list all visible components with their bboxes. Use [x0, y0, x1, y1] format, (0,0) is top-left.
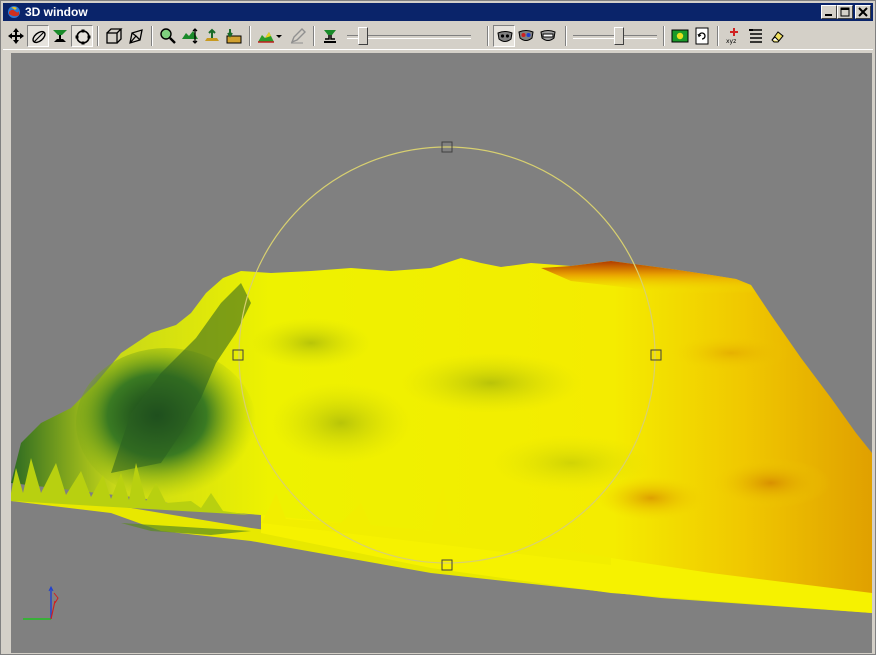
eraser-icon: [771, 31, 784, 43]
mask-icon: [497, 31, 513, 42]
minimize-icon: [825, 14, 832, 16]
anaglyph-view-button[interactable]: [515, 25, 537, 47]
close-icon: [858, 7, 868, 17]
layers-list-icon: [749, 29, 762, 43]
close-button[interactable]: [855, 5, 871, 19]
refresh-page-icon: [695, 27, 709, 45]
tilt-button[interactable]: [49, 25, 71, 47]
vertical-scale-icon: [182, 28, 198, 44]
axis-indicator-icon: [23, 585, 59, 620]
lighting-slider-thumb[interactable]: [614, 27, 624, 45]
circle-handles-icon: [75, 29, 91, 45]
rotate-button[interactable]: [27, 25, 49, 47]
app-globe-icon: [8, 6, 20, 18]
base-plane-icon: [205, 28, 219, 41]
pen-tool-button[interactable]: [287, 25, 309, 47]
pan-button[interactable]: [5, 25, 27, 47]
orbit-rotate-icon: [32, 30, 46, 44]
3d-viewport[interactable]: [11, 53, 872, 653]
zoom-magnifier-icon: [160, 28, 176, 44]
maximize-icon: [840, 7, 850, 17]
terrain-hill-3: [671, 335, 791, 371]
exaggeration-button[interactable]: [179, 25, 201, 47]
toolbar-separator: [313, 26, 315, 46]
eraser-button[interactable]: [767, 25, 789, 47]
coordinates-button[interactable]: xyz: [723, 25, 745, 47]
xyz-coordinates-icon: xyz: [726, 28, 738, 45]
surface-style-dropdown[interactable]: [255, 25, 277, 47]
stereo-glasses-icon: [540, 30, 556, 41]
toolbar-separator: [249, 26, 251, 46]
surface-style-arrow[interactable]: [275, 25, 285, 47]
terrain-scene[interactable]: [11, 53, 872, 653]
drape-image-button[interactable]: [223, 25, 245, 47]
pencil-disabled-icon: [290, 28, 306, 44]
fly-speed-button[interactable]: [319, 25, 341, 47]
map-overlay-button[interactable]: [669, 25, 691, 47]
3d-glasses-icon: [518, 30, 534, 41]
terrain-icon: [258, 32, 274, 43]
toolbar-separator: [565, 26, 567, 46]
terrain-shade-3: [251, 318, 371, 368]
perspective-button[interactable]: [125, 25, 147, 47]
zoom-slider-thumb[interactable]: [358, 27, 368, 45]
tilt-view-icon: [53, 30, 67, 42]
lighting-slider[interactable]: [573, 25, 657, 47]
terrain-shade-4: [491, 435, 651, 491]
fly-speed-icon: [324, 30, 336, 43]
perspective-cube-icon: [129, 29, 143, 44]
base-plane-button[interactable]: [201, 25, 223, 47]
maximize-button[interactable]: [837, 5, 853, 19]
terrain-shade-1: [271, 383, 411, 463]
cube-icon: [106, 28, 123, 44]
dropdown-arrow-icon: [276, 35, 282, 38]
toolbar-separator: [487, 26, 489, 46]
zoom-extent-button[interactable]: [157, 25, 179, 47]
toolbar-separator: [151, 26, 153, 46]
map-overlay-icon: [671, 29, 689, 43]
stereo-view-button[interactable]: [537, 25, 559, 47]
terrain-shade-2: [401, 353, 581, 413]
refresh-button[interactable]: [691, 25, 713, 47]
svg-text:xyz: xyz: [726, 38, 736, 45]
drape-image-icon: [226, 29, 242, 44]
zoom-slider[interactable]: [347, 25, 471, 47]
orbit-circle-button[interactable]: [71, 25, 93, 47]
minimize-button[interactable]: [821, 5, 837, 19]
terrain-hill-1: [711, 458, 831, 508]
toolbar: xyz: [3, 23, 873, 50]
toolbar-separator: [717, 26, 719, 46]
mono-view-button[interactable]: [493, 25, 515, 47]
title-bar[interactable]: 3D window: [3, 3, 873, 21]
toolbar-separator: [97, 26, 99, 46]
3d-window: 3D window xyz: [0, 0, 876, 655]
window-title: 3D window: [25, 5, 88, 19]
layers-button[interactable]: [745, 25, 767, 47]
wireframe-button[interactable]: [103, 25, 125, 47]
toolbar-separator: [663, 26, 665, 46]
move-arrows-icon: [8, 28, 24, 44]
